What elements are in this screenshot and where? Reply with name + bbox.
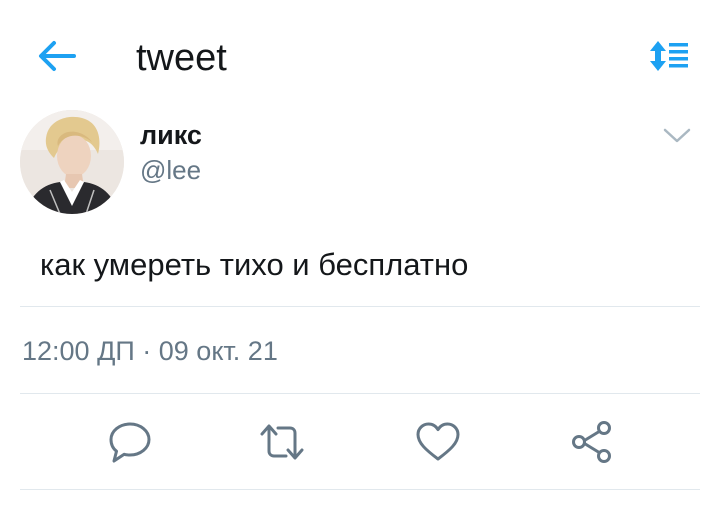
reply-button[interactable] — [106, 418, 154, 466]
back-button[interactable] — [36, 38, 78, 74]
like-button[interactable] — [414, 418, 462, 466]
tweet-timestamp: 12:00 ДП · 09 окт. 21 — [22, 334, 278, 368]
avatar[interactable] — [20, 110, 124, 214]
page-title: tweet — [136, 37, 227, 79]
divider — [20, 306, 700, 307]
share-icon — [572, 421, 611, 463]
tweet-date: 09 окт. 21 — [158, 336, 278, 366]
meta-separator: · — [134, 336, 159, 366]
tweet-time: 12:00 ДП — [22, 336, 135, 366]
top-bar: tweet — [0, 0, 720, 110]
retweet-button[interactable] — [258, 418, 306, 466]
reply-bubble-icon — [109, 422, 151, 463]
heart-icon — [416, 422, 460, 461]
divider — [20, 489, 700, 490]
divider — [20, 393, 700, 394]
author-name[interactable]: ликс — [140, 120, 202, 150]
avatar-photo — [20, 110, 124, 214]
retweet-icon — [260, 424, 304, 460]
sort-list-icon — [650, 41, 688, 71]
chevron-down-icon — [663, 128, 691, 143]
author-handle[interactable]: @lee — [140, 155, 201, 185]
tweet-menu-button[interactable] — [660, 122, 694, 148]
share-button[interactable] — [568, 418, 616, 466]
arrow-left-icon — [39, 41, 76, 71]
tweet-text: как умереть тихо и бесплатно — [40, 247, 469, 282]
sort-button[interactable] — [644, 38, 690, 74]
